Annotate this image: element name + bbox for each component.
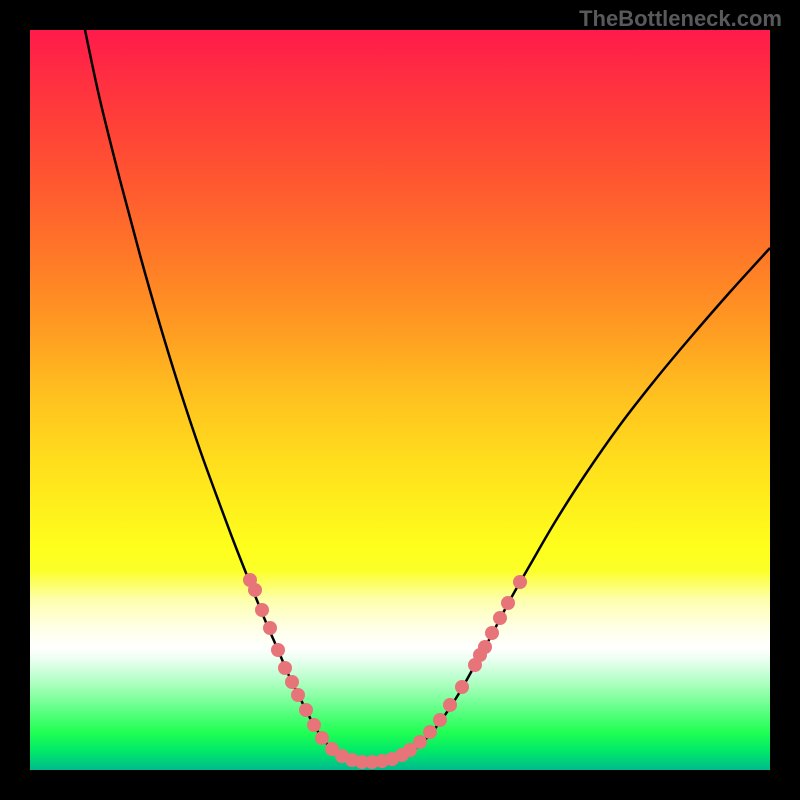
curve-left-curve (85, 30, 370, 762)
scatter-dot (315, 731, 329, 745)
scatter-dot (291, 688, 305, 702)
scatter-dot (255, 603, 269, 617)
scatter-dot (285, 675, 299, 689)
scatter-dot (263, 621, 277, 635)
curve-right-curve (370, 248, 770, 762)
scatter-dot (493, 611, 507, 625)
plot-area (30, 30, 770, 770)
scatter-dot (513, 575, 527, 589)
chart-container: TheBottleneck.com (0, 0, 800, 800)
scatter-dot (413, 735, 427, 749)
scatter-dot (443, 698, 457, 712)
scatter-dot (478, 640, 492, 654)
scatter-dot (271, 643, 285, 657)
scatter-group (243, 573, 527, 769)
scatter-dot (423, 725, 437, 739)
curve-group (85, 30, 770, 762)
scatter-dot (501, 596, 515, 610)
scatter-dot (248, 583, 262, 597)
scatter-dot (455, 680, 469, 694)
watermark-text: TheBottleneck.com (579, 6, 782, 32)
scatter-dot (299, 703, 313, 717)
scatter-dot (485, 626, 499, 640)
chart-svg (30, 30, 770, 770)
scatter-dot (433, 713, 447, 727)
scatter-dot (278, 661, 292, 675)
scatter-dot (307, 718, 321, 732)
